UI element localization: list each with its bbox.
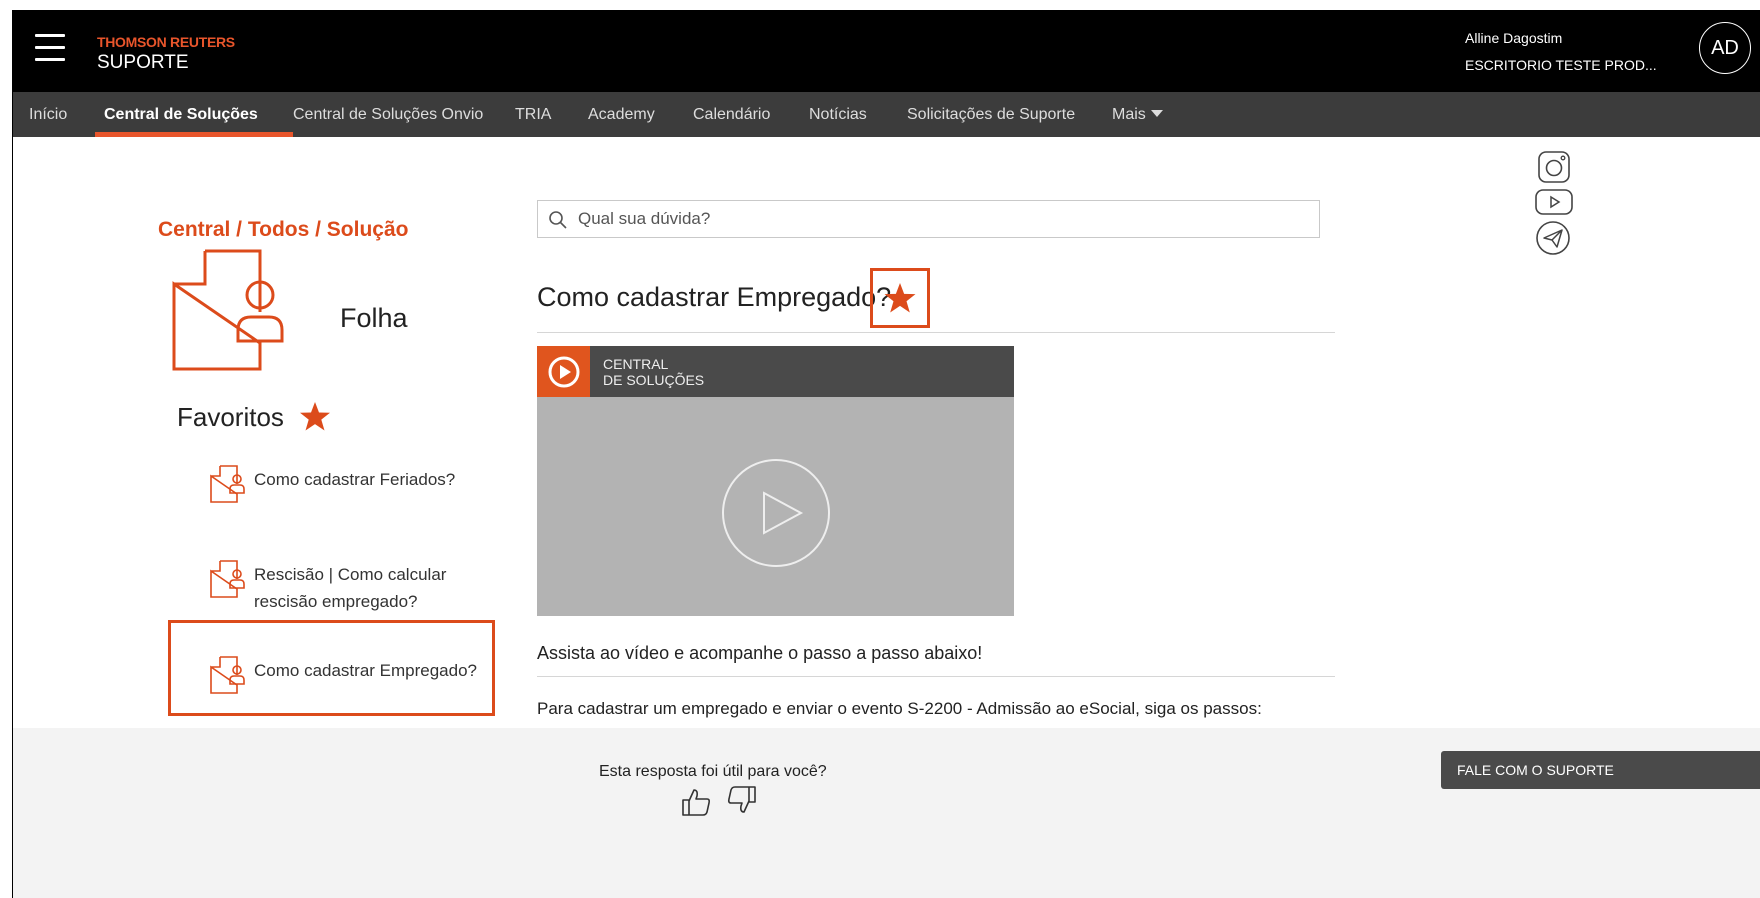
nav-item-mais-label: Mais — [1112, 106, 1146, 123]
thumbs-up-icon[interactable] — [681, 787, 711, 817]
favorites-title: Favoritos — [177, 402, 284, 432]
nav-item-solicitacoes[interactable]: Solicitações de Suporte — [907, 92, 1075, 137]
video-header: CENTRAL DE SOLUÇÕES — [537, 346, 1014, 397]
contact-support-button[interactable]: FALE COM O SUPORTE — [1441, 751, 1760, 789]
favorite-toggle-button[interactable] — [870, 268, 930, 328]
watch-text: Assista ao vídeo e acompanhe o passo a p… — [537, 643, 983, 663]
user-organization[interactable]: ESCRITORIO TESTE PROD... — [1465, 57, 1657, 73]
play-circle-icon — [548, 356, 579, 387]
article-title: Como cadastrar Empregado? — [537, 282, 892, 312]
video-header-text: CENTRAL DE SOLUÇÕES — [603, 356, 705, 388]
brand-name: THOMSON REUTERS — [97, 34, 235, 50]
document-user-icon — [210, 465, 245, 503]
star-icon — [300, 402, 330, 431]
nav-item-tria[interactable]: TRIA — [515, 92, 551, 137]
divider — [537, 676, 1335, 677]
document-user-icon — [172, 249, 284, 371]
avatar[interactable]: AD — [1699, 22, 1751, 74]
brand-subtitle[interactable]: SUPORTE — [97, 52, 189, 74]
favorite-item-label: Como cadastrar Empregado? — [254, 661, 478, 680]
search-icon — [549, 211, 567, 229]
divider — [537, 332, 1335, 333]
user-name[interactable]: Alline Dagostim — [1465, 30, 1562, 46]
nav-item-central-onvio[interactable]: Central de Soluções Onvio — [293, 92, 483, 137]
favorite-item-label: Como cadastrar Feriados? — [254, 470, 456, 489]
top-header: THOMSON REUTERS SUPORTE Alline Dagostim … — [13, 10, 1760, 92]
document-user-icon — [210, 560, 245, 598]
video-player[interactable]: CENTRAL DE SOLUÇÕES — [537, 346, 1014, 616]
intro-paragraph: Para cadastrar um empregado e enviar o e… — [537, 699, 1262, 718]
nav-item-inicio[interactable]: Início — [29, 92, 67, 137]
nav-item-noticias[interactable]: Notícias — [809, 92, 867, 137]
active-tab-indicator — [95, 132, 293, 137]
nav-item-academy[interactable]: Academy — [588, 92, 655, 137]
main-nav: Início Central de Soluções Central de So… — [13, 92, 1760, 137]
video-logo — [537, 346, 590, 397]
telegram-icon[interactable] — [1535, 220, 1571, 256]
feedback-question: Esta resposta foi útil para você? — [599, 763, 827, 780]
nav-item-calendario[interactable]: Calendário — [693, 92, 770, 137]
category-label: Folha — [340, 303, 408, 333]
nav-item-central-solucoes[interactable]: Central de Soluções — [104, 92, 258, 137]
play-icon[interactable] — [721, 458, 831, 568]
nav-item-mais[interactable]: Mais — [1112, 92, 1163, 137]
youtube-icon[interactable] — [1534, 188, 1574, 216]
instagram-icon[interactable] — [1537, 150, 1571, 184]
thumbs-down-icon[interactable] — [727, 785, 757, 815]
search-input[interactable] — [578, 201, 1308, 237]
breadcrumb[interactable]: Central / Todos / Solução — [158, 218, 408, 242]
document-user-icon — [210, 656, 245, 694]
star-icon — [884, 283, 916, 313]
menu-icon[interactable] — [35, 34, 65, 66]
caret-down-icon — [1150, 110, 1163, 117]
app-frame: THOMSON REUTERS SUPORTE Alline Dagostim … — [12, 10, 1760, 898]
favorite-item-label: Rescisão | Como calcular rescisão empreg… — [254, 565, 447, 611]
search-box — [537, 200, 1320, 238]
